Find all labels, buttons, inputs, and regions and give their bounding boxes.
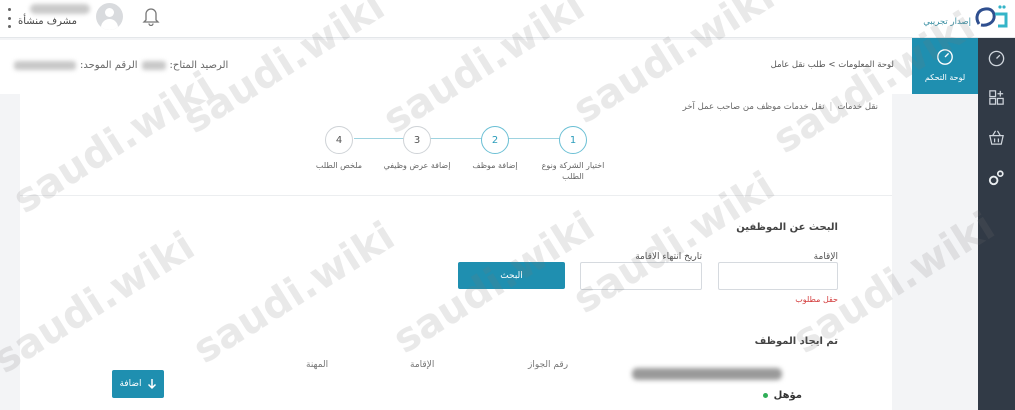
step-4-label: ملخص الطلب	[315, 161, 363, 170]
breadcrumb: لوحة المعلومات > طلب نقل عامل	[771, 60, 894, 70]
step-2-label: إضافة موظف	[472, 161, 518, 170]
qiwa-logo[interactable]	[973, 2, 1009, 32]
arrow-down-icon	[147, 379, 156, 390]
basket-icon[interactable]	[987, 128, 1006, 147]
unified-number-redacted	[14, 61, 76, 70]
iqama-expiry-input[interactable]	[580, 262, 702, 290]
grid-plus-icon[interactable]	[987, 88, 1006, 107]
dashboard-icon	[937, 49, 953, 65]
avatar[interactable]	[96, 3, 123, 30]
unified-number-label: الرقم الموحد:	[80, 60, 138, 71]
balance-info: الرصيد المتاح: الرقم الموحد:	[14, 60, 228, 71]
breadcrumb-link[interactable]: لوحة المعلومات > طلب نقل عامل	[771, 60, 894, 70]
iqama-label: الإقامة	[813, 252, 838, 262]
iqama-column: الإقامة	[410, 360, 435, 370]
step-connector	[354, 138, 572, 139]
add-employee-button[interactable]: اضافة	[112, 370, 164, 398]
step-1: 1	[559, 126, 587, 154]
search-section-title: البحث عن الموظفين	[736, 222, 838, 233]
step-2: 2	[481, 126, 509, 154]
sidebar-item-dashboard[interactable]: لوحة التحكم	[912, 38, 978, 94]
search-button[interactable]: البحث	[458, 262, 565, 289]
gears-icon[interactable]	[987, 168, 1006, 187]
passport-column: رقم الجواز	[528, 360, 569, 370]
status-text: مؤهل	[773, 390, 802, 401]
divider	[20, 195, 892, 196]
eligibility-status: مؤهل	[762, 390, 802, 401]
top-bar: مشرف منشأة إصدار تجريبي	[0, 0, 1015, 38]
sidebar-item-label: لوحة التحكم	[924, 73, 966, 82]
iqama-expiry-label: تاريخ انتهاء الاقامة	[635, 252, 702, 262]
user-name-redacted	[30, 4, 90, 14]
iqama-input[interactable]	[718, 262, 838, 290]
add-label: اضافة	[119, 379, 142, 389]
user-role: مشرف منشأة	[18, 16, 77, 27]
iqama-error: حقل مطلوب	[795, 295, 838, 304]
stepper: 1 2 3 4 اختيار الشركة ونوع الطلب إضافة م…	[20, 94, 892, 194]
bell-icon[interactable]	[142, 6, 160, 26]
page-header: لوحة المعلومات > طلب نقل عامل الرصيد الم…	[0, 40, 912, 94]
step-1-label: اختيار الشركة ونوع الطلب	[541, 161, 605, 181]
result-section-title: تم ايجاد الموظف	[754, 336, 838, 347]
employee-name-redacted	[632, 368, 782, 380]
status-dot	[762, 393, 768, 398]
occupation-column: المهنة	[306, 360, 329, 370]
content-card: نقل خدمات|نقل خدمات موظف من صاحب عمل آخر…	[20, 94, 892, 410]
step-4: 4	[325, 126, 353, 154]
balance-label: الرصيد المتاح:	[169, 60, 229, 71]
step-3-label: إضافة عرض وظيفي	[383, 161, 451, 170]
more-options-icon[interactable]	[6, 8, 12, 28]
speedometer-icon[interactable]	[987, 49, 1006, 68]
logo-tag: إصدار تجريبي	[923, 17, 971, 27]
step-3: 3	[403, 126, 431, 154]
balance-redacted	[141, 61, 166, 70]
